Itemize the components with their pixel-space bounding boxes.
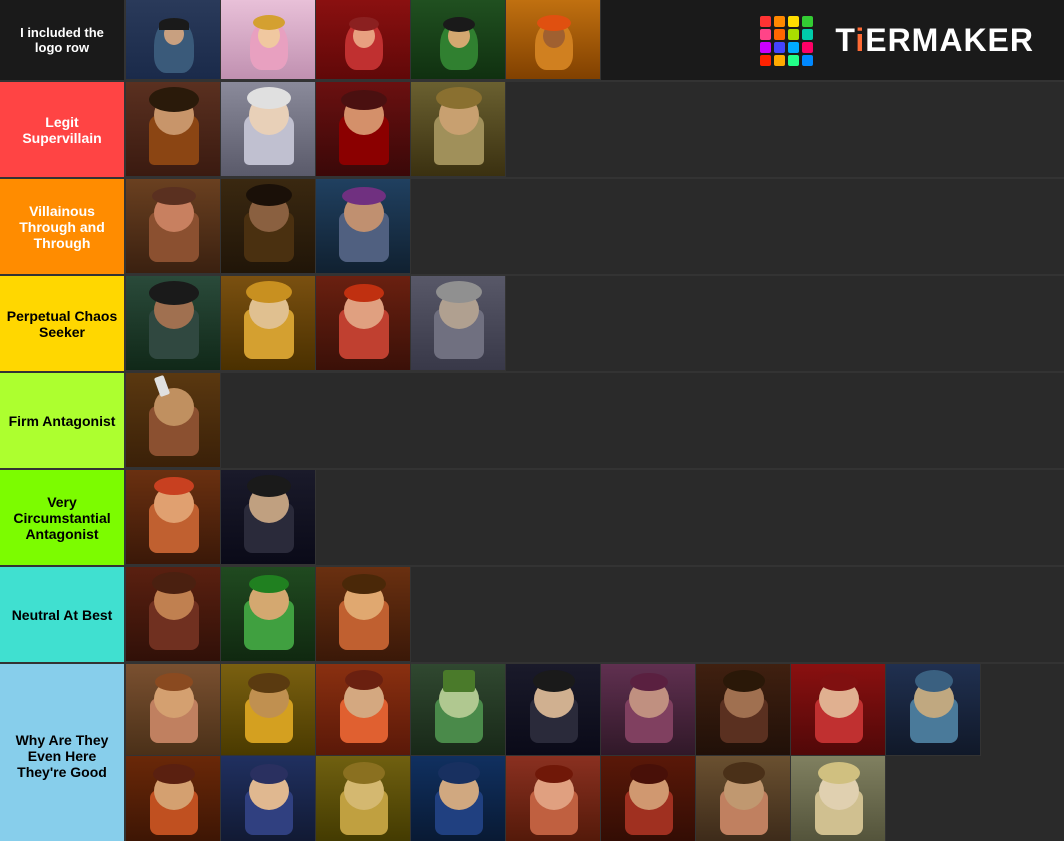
char-cell (506, 664, 601, 756)
char-cell (316, 567, 411, 662)
char-cell (601, 756, 696, 841)
char-cell (411, 664, 506, 756)
char-cell (791, 756, 886, 841)
tier-row-why-here: Why Are They Even Here They're Good (0, 664, 1064, 841)
char-cell (221, 276, 316, 371)
tier-row-firm: Firm Antagonist (0, 373, 1064, 470)
tier-label-why-here: Why Are They Even Here They're Good (0, 664, 126, 841)
char-cell (221, 470, 316, 565)
char-cell (126, 756, 221, 841)
char-cell (126, 0, 221, 80)
char-cell (126, 179, 221, 274)
tier-label-chaos: Perpetual Chaos Seeker (0, 276, 126, 371)
header-row: I included the logo row (0, 0, 1064, 82)
char-cell (506, 756, 601, 841)
char-cell (411, 756, 506, 841)
char-cell (791, 664, 886, 756)
char-cell (411, 82, 506, 177)
char-cell (316, 179, 411, 274)
char-cell (411, 276, 506, 371)
char-cell (126, 82, 221, 177)
tier-label-villainous: Villainous Through and Through (0, 179, 126, 274)
char-cell (221, 0, 316, 80)
tiermaker-logo-text: TiERMAKER (835, 22, 1034, 59)
tier-label-neutral: Neutral At Best (0, 567, 126, 662)
char-cell (696, 756, 791, 841)
char-cell (316, 664, 411, 756)
char-cell (316, 0, 411, 80)
char-cell (221, 756, 316, 841)
char-cell (221, 82, 316, 177)
char-cell (221, 179, 316, 274)
tier-row-circumstantial: Very Circumstantial Antagonist (0, 470, 1064, 567)
char-cell (126, 567, 221, 662)
char-cell (601, 664, 696, 756)
tier-row-neutral: Neutral At Best (0, 567, 1064, 664)
char-cell (316, 82, 411, 177)
char-cell (886, 664, 981, 756)
char-cell (126, 664, 221, 756)
char-cell (316, 756, 411, 841)
char-cell (126, 373, 221, 468)
char-cell (316, 276, 411, 371)
char-cell (126, 470, 221, 565)
tier-label-circumstantial: Very Circumstantial Antagonist (0, 470, 126, 565)
char-cell (221, 567, 316, 662)
tier-row-legit-supervillain: Legit Supervillain (0, 82, 1064, 179)
char-cell (126, 276, 221, 371)
tier-row-chaos: Perpetual Chaos Seeker (0, 276, 1064, 373)
tier-label-legit-supervillain: Legit Supervillain (0, 82, 126, 177)
char-cell (696, 664, 791, 756)
char-cell (506, 0, 601, 80)
logo-grid (760, 16, 813, 65)
tiermaker-logo-area: TiERMAKER (601, 0, 1064, 80)
char-cell (221, 664, 316, 756)
tier-label-firm: Firm Antagonist (0, 373, 126, 468)
tier-row-villainous: Villainous Through and Through (0, 179, 1064, 276)
char-cell (411, 0, 506, 80)
header-label: I included the logo row (0, 0, 126, 80)
